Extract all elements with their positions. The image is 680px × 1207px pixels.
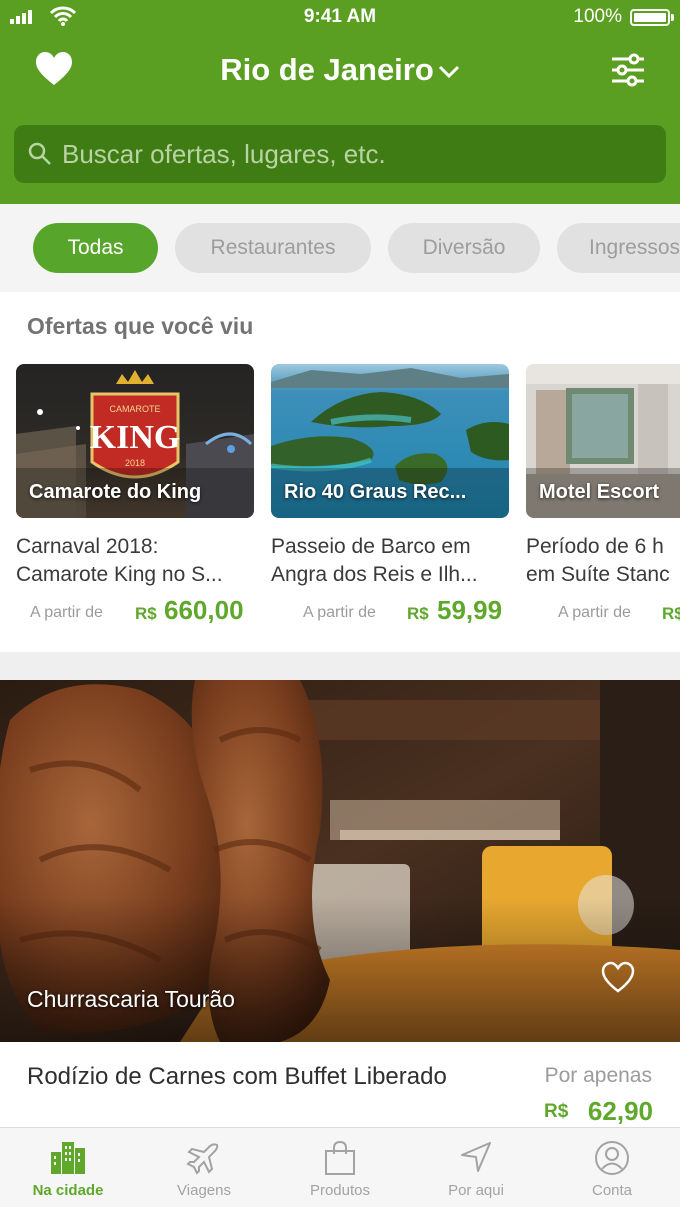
- offer-image: Motel Escort: [526, 364, 680, 518]
- category-pill-ingressos[interactable]: Ingressos: [557, 223, 680, 273]
- category-filter-bar: Todas Restaurantes Diversão Ingressos: [0, 204, 680, 292]
- offer-title-line2: Angra dos Reis e Ilh...: [271, 563, 478, 586]
- favorite-heart-icon[interactable]: [600, 960, 636, 996]
- city-icon: [51, 1142, 85, 1174]
- category-pill-restaurantes[interactable]: Restaurantes: [175, 223, 371, 273]
- offer-card[interactable]: Rio 40 Graus Rec... Passeio de Barco em …: [271, 364, 511, 629]
- app-header: 9:41 AM 100% Rio de Janeiro: [0, 0, 680, 204]
- price-prefix: A partir de: [30, 604, 103, 621]
- tab-label: Viagens: [177, 1182, 231, 1199]
- badge-year-text: 2018: [125, 458, 145, 468]
- offer-title-line1: Passeio de Barco em: [271, 535, 471, 558]
- price-prefix: A partir de: [303, 604, 376, 621]
- search-input[interactable]: [62, 125, 652, 183]
- city-selector[interactable]: Rio de Janeiro: [0, 52, 680, 88]
- badge-top-text: CAMAROTE: [109, 404, 160, 414]
- city-name: Rio de Janeiro: [220, 52, 434, 87]
- offer-image-label: Camarote do King: [29, 481, 202, 503]
- nav-row: Rio de Janeiro: [0, 40, 680, 100]
- filter-sliders-icon[interactable]: [610, 53, 646, 87]
- section-divider: [0, 652, 680, 680]
- location-arrow-icon: [461, 1142, 491, 1172]
- offer-price-row: A partir de R$: [526, 595, 680, 629]
- status-bar: 9:41 AM 100%: [0, 0, 680, 34]
- price-currency: R$: [135, 604, 157, 623]
- tab-na-cidade[interactable]: Na cidade: [0, 1128, 136, 1207]
- featured-offer-title[interactable]: Rodízio de Carnes com Buffet Liberado: [27, 1063, 447, 1091]
- shopping-bag-icon: [325, 1140, 355, 1175]
- price-value: 59,99: [437, 595, 503, 625]
- price-currency: R$: [662, 604, 680, 623]
- tab-label: Conta: [591, 1182, 633, 1199]
- offer-image: CAMAROTE KING 2018 Camarote do King: [16, 364, 254, 518]
- tab-por-aqui[interactable]: Por aqui: [408, 1128, 544, 1207]
- battery-icon: [630, 9, 670, 26]
- airplane-icon: [186, 1143, 219, 1175]
- featured-price-value: 62,90: [587, 1096, 653, 1126]
- featured-price-prefix: Por apenas: [544, 1064, 652, 1087]
- battery-percent: 100%: [573, 6, 622, 27]
- search-bar[interactable]: [14, 125, 666, 183]
- bottom-tab-bar: Na cidade Viagens Produtos Por aqui Cont…: [0, 1127, 680, 1207]
- offer-price-row: A partir de R$ 660,00: [16, 595, 256, 629]
- offer-title-line2: em Suíte Stanc: [526, 563, 670, 586]
- offer-image-label: Rio 40 Graus Rec...: [284, 481, 467, 503]
- price-value: 660,00: [164, 595, 244, 625]
- tab-label: Por aqui: [448, 1182, 504, 1199]
- category-pill-diversao[interactable]: Diversão: [388, 223, 540, 273]
- featured-image-label: Churrascaria Tourão: [27, 986, 235, 1012]
- tab-conta[interactable]: Conta: [544, 1128, 680, 1207]
- chevron-down-icon: [438, 65, 459, 78]
- viewed-offers-carousel[interactable]: CAMAROTE KING 2018 Camarote do King Carn…: [0, 364, 680, 640]
- price-currency: R$: [407, 604, 429, 623]
- category-pill-todas[interactable]: Todas: [33, 223, 158, 273]
- search-icon: [28, 142, 51, 165]
- offer-image-label: Motel Escort: [539, 481, 660, 503]
- featured-price-currency: R$: [544, 1101, 569, 1122]
- user-icon: [595, 1141, 629, 1175]
- section-title-viewed: Ofertas que você viu: [27, 313, 254, 339]
- offer-title-line2: Camarote King no S...: [16, 563, 223, 586]
- offer-title-line1: Período de 6 h: [526, 535, 664, 558]
- badge-main-text: KING: [90, 419, 181, 456]
- tab-label: Na cidade: [32, 1182, 104, 1199]
- offer-card[interactable]: CAMAROTE KING 2018 Camarote do King Carn…: [16, 364, 256, 629]
- tab-produtos[interactable]: Produtos: [272, 1128, 408, 1207]
- featured-offer-image[interactable]: Churrascaria Tourão: [0, 680, 680, 1042]
- price-prefix: A partir de: [558, 604, 631, 621]
- offer-card[interactable]: Motel Escort Período de 6 h em Suíte Sta…: [526, 364, 680, 629]
- offer-price-row: A partir de R$ 59,99: [271, 595, 511, 629]
- offer-title-line1: Carnaval 2018:: [16, 535, 159, 558]
- tab-viagens[interactable]: Viagens: [136, 1128, 272, 1207]
- offer-image: Rio 40 Graus Rec...: [271, 364, 509, 518]
- tab-label: Produtos: [309, 1182, 371, 1199]
